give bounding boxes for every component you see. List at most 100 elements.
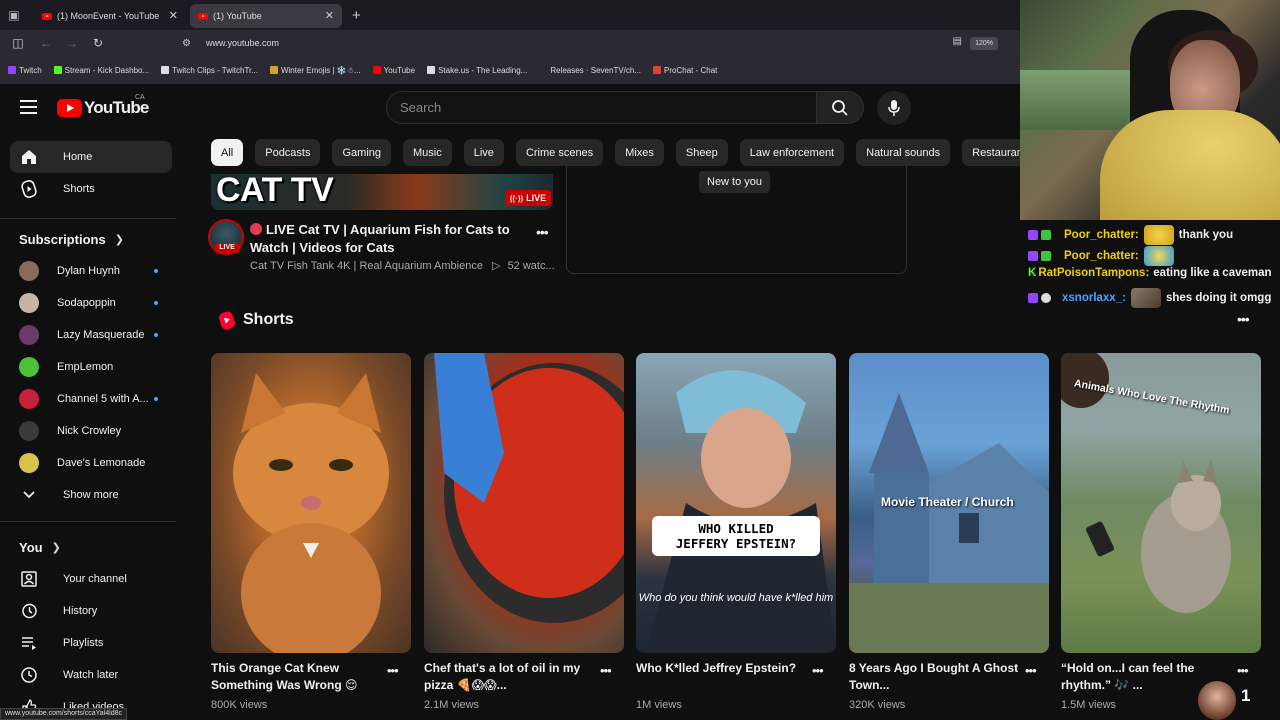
sidebar-subscription[interactable]: Sodapoppin bbox=[10, 287, 172, 319]
sidebar-toggle-icon[interactable]: ◫ bbox=[6, 31, 30, 55]
channel-name[interactable]: Cat TV Fish Tank 4K | Real Aquarium Ambi… bbox=[250, 260, 483, 272]
bookmark-item[interactable]: ProChat - Chat bbox=[653, 66, 717, 75]
browser-tab-moonevent[interactable]: (1) MoonEvent - YouTube ✕ bbox=[34, 4, 186, 28]
voice-search-button[interactable] bbox=[877, 91, 911, 125]
bookmark-favicon-icon bbox=[653, 66, 662, 74]
sidebar-subscription[interactable]: Dylan Huynh bbox=[10, 255, 172, 287]
menu-icon[interactable] bbox=[20, 100, 37, 114]
new-content-dot bbox=[154, 269, 158, 273]
short-thumbnail[interactable] bbox=[211, 353, 411, 653]
cat-illustration bbox=[233, 373, 389, 653]
search-input[interactable]: Search bbox=[386, 91, 816, 124]
watch-later-icon bbox=[19, 665, 39, 685]
back-icon[interactable]: ← bbox=[34, 31, 58, 55]
short-title[interactable]: 8 Years Ago I Bought A Ghost Town... bbox=[849, 660, 1019, 694]
short-title[interactable]: This Orange Cat Knew Something Was Wrong… bbox=[211, 660, 381, 694]
sidebar-item-watch-later[interactable]: Watch later bbox=[10, 659, 172, 691]
country-code: CA bbox=[135, 94, 145, 101]
bookmark-item[interactable]: Twitch bbox=[8, 66, 42, 75]
sidebar-item-label: Channel 5 with A... bbox=[57, 393, 149, 405]
chip-law-enforcement[interactable]: Law enforcement bbox=[739, 139, 845, 166]
shorts-title: Shorts bbox=[243, 311, 294, 328]
youtube-logo[interactable]: YouTube CA bbox=[57, 94, 149, 118]
bookmark-label: Releases · SevenTV/ch... bbox=[550, 65, 642, 75]
sidebar-subscription[interactable]: EmpLemon bbox=[10, 351, 172, 383]
chip-all[interactable]: All bbox=[211, 139, 244, 166]
more-options-icon[interactable]: ••• bbox=[600, 663, 612, 678]
bookmark-item[interactable]: Stream - Kick Dashbo... bbox=[53, 66, 149, 75]
zoom-level[interactable]: 120% bbox=[970, 37, 998, 50]
browser-tab-youtube[interactable]: (1) YouTube ✕ bbox=[190, 4, 342, 28]
bookmark-item[interactable]: Winter Emojis | ❄️☃... bbox=[269, 66, 361, 75]
more-options-icon[interactable]: ••• bbox=[1237, 663, 1249, 678]
avatar bbox=[19, 453, 39, 473]
short-title[interactable]: Chef that's a lot of oil in my pizza 🍕😱😱… bbox=[424, 660, 594, 694]
your-channel-icon bbox=[19, 569, 39, 589]
sidebar-subscription[interactable]: Lazy Masquerade bbox=[10, 319, 172, 351]
sidebar-subscription[interactable]: Nick Crowley bbox=[10, 415, 172, 447]
channel-avatar[interactable]: LIVE bbox=[208, 219, 244, 255]
chip-mixes[interactable]: Mixes bbox=[615, 139, 664, 166]
check-badge-icon bbox=[1041, 251, 1051, 261]
sidebar-subscription[interactable]: Dave's Lemonade bbox=[10, 447, 172, 479]
more-options-icon[interactable]: ••• bbox=[536, 224, 549, 240]
short-views: 2.1M views bbox=[424, 699, 480, 711]
close-tab-icon[interactable]: ✕ bbox=[325, 9, 334, 22]
more-options-icon[interactable]: ••• bbox=[1237, 311, 1250, 327]
youtube-favicon-icon bbox=[42, 12, 52, 20]
sidebar-subscription[interactable]: Channel 5 with A... bbox=[10, 383, 172, 415]
video-meta: Cat TV Fish Tank 4K | Real Aquarium Ambi… bbox=[250, 259, 555, 272]
bookmark-item[interactable]: Stake.us - The Leading... bbox=[427, 66, 527, 75]
search-button[interactable] bbox=[816, 91, 864, 124]
video-thumbnail[interactable]: CAT TV bbox=[211, 174, 553, 210]
bookmark-item[interactable]: Twitch Clips - TwitchTr... bbox=[161, 66, 258, 75]
chip-podcasts[interactable]: Podcasts bbox=[255, 139, 321, 166]
chip-sheep[interactable]: Sheep bbox=[675, 139, 728, 166]
sidebar-divider bbox=[0, 521, 176, 522]
chip-gaming[interactable]: Gaming bbox=[332, 139, 392, 166]
sidebar-item-label: Dylan Huynh bbox=[57, 265, 120, 277]
sidebar-item-playlists[interactable]: Playlists bbox=[10, 627, 172, 659]
chip-live[interactable]: Live bbox=[463, 139, 504, 166]
play-icon: ▷ bbox=[492, 260, 501, 272]
shorts-heading: Shorts bbox=[217, 309, 294, 331]
new-tab-icon[interactable]: + bbox=[352, 7, 361, 24]
sidebar-item-home[interactable]: Home bbox=[10, 141, 172, 173]
chip-restaurants[interactable]: Restaurants bbox=[962, 139, 1020, 166]
forward-icon[interactable]: → bbox=[60, 31, 84, 55]
close-tab-icon[interactable]: ✕ bbox=[169, 9, 178, 22]
reader-view-icon[interactable]: ▤ bbox=[953, 36, 962, 47]
sidebar-item-label: Shorts bbox=[63, 183, 95, 195]
video-title[interactable]: LIVE Cat TV | Aquarium Fish for Cats to … bbox=[250, 221, 520, 257]
avatar bbox=[19, 357, 39, 377]
chat-user: Poor_chatter: bbox=[1064, 250, 1139, 262]
more-options-icon[interactable]: ••• bbox=[812, 663, 824, 678]
sidebar-item-label: Home bbox=[63, 151, 93, 163]
more-options-icon[interactable]: ••• bbox=[387, 663, 399, 678]
site-info-icon[interactable]: ⚙ bbox=[182, 38, 198, 49]
reload-icon[interactable]: ↻ bbox=[86, 31, 110, 55]
bookmark-item[interactable]: Releases · SevenTV/ch... bbox=[539, 66, 641, 75]
more-options-icon[interactable]: ••• bbox=[1025, 663, 1037, 678]
sidebar-item-history[interactable]: History bbox=[10, 595, 172, 627]
chip-natural-sounds[interactable]: Natural sounds bbox=[856, 139, 951, 166]
short-thumbnail[interactable]: Movie Theater / Church bbox=[849, 353, 1049, 653]
sidebar-item-shorts[interactable]: Shorts bbox=[10, 173, 172, 205]
short-thumbnail[interactable] bbox=[424, 353, 624, 653]
you-heading[interactable]: You ❯ bbox=[19, 540, 61, 555]
live-badge: ((·)) LIVE bbox=[505, 190, 551, 206]
bookmark-item[interactable]: YouTube bbox=[372, 66, 415, 75]
shorts-icon bbox=[217, 309, 237, 331]
show-more-button[interactable]: Show more bbox=[10, 479, 172, 511]
chat-user: Poor_chatter: bbox=[1064, 229, 1139, 241]
tab-list-icon[interactable]: ▣ bbox=[0, 0, 28, 30]
short-thumbnail[interactable]: WHO KILLED JEFFERY EPSTEIN? Who do you th… bbox=[636, 353, 836, 653]
short-title[interactable]: Who K*lled Jeffrey Epstein? bbox=[636, 660, 806, 677]
url-field[interactable]: ⚙ www.youtube.com ▤ 120% bbox=[172, 33, 1012, 53]
chip-music[interactable]: Music bbox=[403, 139, 452, 166]
sidebar-item-your-channel[interactable]: Your channel bbox=[10, 563, 172, 595]
video-caption: WHO KILLED JEFFERY EPSTEIN? bbox=[652, 516, 820, 556]
subscriptions-heading[interactable]: Subscriptions ❯ bbox=[19, 232, 124, 247]
chip-crime-scenes[interactable]: Crime scenes bbox=[515, 139, 604, 166]
short-thumbnail[interactable]: Animals Who Love The Rhythm bbox=[1061, 353, 1261, 653]
